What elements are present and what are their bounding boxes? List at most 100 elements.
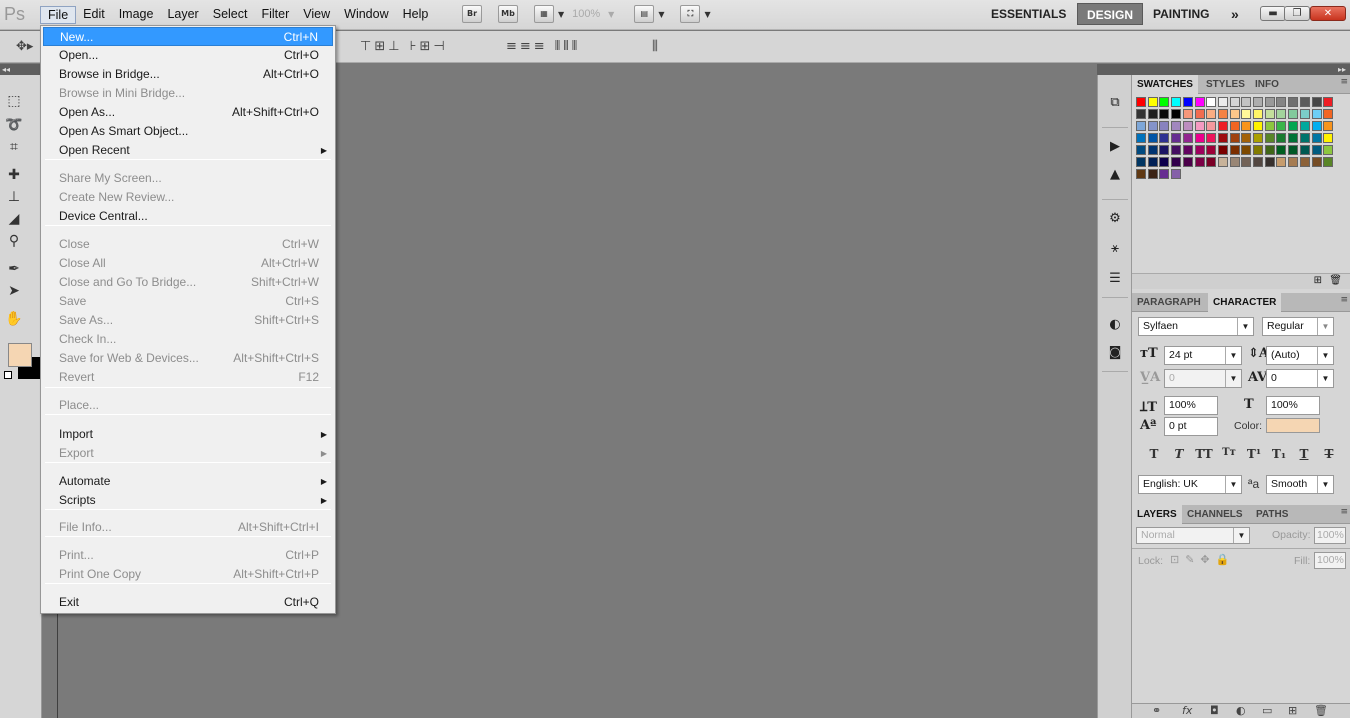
path-selection-icon[interactable]: ➤ bbox=[4, 281, 24, 301]
workspace-painting[interactable]: PAINTING bbox=[1144, 3, 1218, 25]
color-swatch[interactable] bbox=[1311, 157, 1322, 167]
leading-field[interactable]: (Auto) ▼ bbox=[1266, 346, 1334, 365]
move-tool-icon[interactable]: ✥▸ bbox=[16, 39, 33, 54]
launch-mini-bridge-button[interactable]: Mb bbox=[498, 5, 518, 23]
color-swatch[interactable] bbox=[1206, 109, 1217, 119]
new-group-icon[interactable]: ▭ bbox=[1262, 704, 1272, 717]
color-swatch[interactable] bbox=[1323, 109, 1334, 119]
color-swatch[interactable] bbox=[1147, 121, 1158, 131]
color-swatch[interactable] bbox=[1147, 97, 1158, 107]
color-swatch[interactable] bbox=[1182, 145, 1193, 155]
color-swatch[interactable] bbox=[1299, 121, 1310, 131]
color-swatch[interactable] bbox=[1206, 157, 1217, 167]
view-extras-icon[interactable]: ▦ bbox=[534, 5, 554, 23]
color-swatch[interactable] bbox=[1206, 133, 1217, 143]
menu-image[interactable]: Image bbox=[112, 6, 161, 24]
color-swatch[interactable] bbox=[1323, 145, 1334, 155]
screen-mode-icon[interactable]: ⛶ bbox=[680, 5, 701, 23]
dodge-tool-icon[interactable]: ⚲ bbox=[4, 231, 24, 251]
color-swatch[interactable] bbox=[1311, 145, 1322, 155]
color-swatch[interactable] bbox=[1147, 109, 1158, 119]
faux-italic-button[interactable]: T bbox=[1169, 447, 1189, 461]
color-swatch[interactable] bbox=[1147, 169, 1158, 179]
workspace-design[interactable]: DESIGN bbox=[1077, 3, 1144, 25]
color-swatch[interactable] bbox=[1136, 109, 1146, 119]
menu-view[interactable]: View bbox=[296, 6, 337, 24]
file-menu-item-scripts[interactable]: Scripts ▶ bbox=[43, 491, 333, 510]
color-swatch[interactable] bbox=[1276, 109, 1287, 119]
pen-tool-icon[interactable]: ✒ bbox=[4, 259, 24, 279]
font-family-select[interactable]: Sylfaen ▼ bbox=[1138, 317, 1254, 336]
color-swatch[interactable] bbox=[1229, 109, 1240, 119]
color-swatch[interactable] bbox=[1194, 97, 1205, 107]
arrange-documents-icon[interactable]: ▤ bbox=[634, 5, 655, 23]
file-menu-item-open[interactable]: Open... Ctrl+O bbox=[43, 46, 333, 65]
color-swatch[interactable] bbox=[1288, 145, 1299, 155]
tab-styles[interactable]: STYLES bbox=[1201, 75, 1250, 94]
vertical-scale-field[interactable]: 100% bbox=[1164, 396, 1218, 415]
menu-window[interactable]: Window bbox=[337, 6, 395, 24]
color-swatch[interactable] bbox=[1159, 121, 1170, 131]
tab-paragraph[interactable]: PARAGRAPH bbox=[1132, 293, 1206, 312]
new-swatch-icon[interactable]: ⊞ bbox=[1314, 275, 1322, 286]
color-swatch[interactable] bbox=[1194, 145, 1205, 155]
color-swatch[interactable] bbox=[1241, 97, 1252, 107]
file-menu-item-exit[interactable]: Exit Ctrl+Q bbox=[43, 593, 333, 612]
color-swatch[interactable] bbox=[1311, 121, 1322, 131]
superscript-button[interactable]: T¹ bbox=[1244, 447, 1264, 461]
color-swatch[interactable] bbox=[1159, 169, 1170, 179]
color-swatch[interactable] bbox=[1288, 121, 1299, 131]
color-swatch[interactable] bbox=[1171, 169, 1182, 179]
text-color-swatch[interactable] bbox=[1266, 418, 1320, 433]
baseline-shift-field[interactable]: 0 pt bbox=[1164, 417, 1218, 436]
color-swatch[interactable] bbox=[1253, 133, 1263, 143]
strikethrough-button[interactable]: T bbox=[1319, 447, 1339, 461]
underline-button[interactable]: T bbox=[1294, 447, 1314, 461]
color-swatch[interactable] bbox=[1299, 109, 1310, 119]
color-swatch[interactable] bbox=[1253, 157, 1263, 167]
link-layers-icon[interactable]: ⚭ bbox=[1152, 704, 1161, 717]
color-swatch[interactable] bbox=[1159, 157, 1170, 167]
clone-source-icon[interactable]: ⚹ bbox=[1105, 239, 1125, 259]
tab-layers[interactable]: LAYERS bbox=[1132, 505, 1182, 524]
file-menu-item-import[interactable]: Import ▶ bbox=[43, 425, 333, 444]
small-caps-button[interactable]: Tᴛ bbox=[1219, 447, 1239, 461]
color-swatch[interactable] bbox=[1311, 109, 1322, 119]
color-swatch[interactable] bbox=[1229, 133, 1240, 143]
color-swatch[interactable] bbox=[1299, 157, 1310, 167]
restore-button[interactable]: ❐ bbox=[1284, 6, 1310, 21]
color-swatch[interactable] bbox=[1171, 97, 1182, 107]
new-layer-icon[interactable]: ⊞ bbox=[1288, 704, 1297, 717]
menu-filter[interactable]: Filter bbox=[254, 6, 296, 24]
color-swatch[interactable] bbox=[1217, 133, 1228, 143]
adjustment-layer-icon[interactable]: ◐ bbox=[1236, 704, 1246, 717]
color-swatch[interactable] bbox=[1311, 97, 1322, 107]
color-swatch[interactable] bbox=[1288, 157, 1299, 167]
layers-list[interactable] bbox=[1132, 571, 1350, 703]
more-workspaces-button[interactable]: » bbox=[1222, 3, 1248, 25]
color-swatch[interactable] bbox=[1194, 133, 1205, 143]
color-swatch[interactable] bbox=[1171, 133, 1182, 143]
color-swatch[interactable] bbox=[1323, 157, 1334, 167]
delete-swatch-icon[interactable]: 🗑 bbox=[1329, 275, 1342, 286]
color-swatch[interactable] bbox=[1288, 109, 1299, 119]
histogram-panel-icon[interactable]: ▲ bbox=[1105, 165, 1125, 185]
color-swatch[interactable] bbox=[1136, 97, 1146, 107]
file-menu-item-device-central[interactable]: Device Central... bbox=[43, 207, 333, 226]
workspace-essentials[interactable]: ESSENTIALS bbox=[982, 3, 1075, 25]
color-swatch[interactable] bbox=[1229, 121, 1240, 131]
color-swatch[interactable] bbox=[1288, 133, 1299, 143]
color-swatch[interactable] bbox=[1206, 121, 1217, 131]
color-swatch[interactable] bbox=[1253, 97, 1263, 107]
color-swatch[interactable] bbox=[1276, 121, 1287, 131]
layer-style-icon[interactable]: fx bbox=[1182, 704, 1192, 717]
file-menu-item-automate[interactable]: Automate ▶ bbox=[43, 472, 333, 491]
launch-bridge-button[interactable]: Br bbox=[462, 5, 482, 23]
close-window-button[interactable]: ✕ bbox=[1310, 6, 1346, 21]
auto-align-icon[interactable]: ⫼ bbox=[652, 39, 658, 54]
color-swatch[interactable] bbox=[1253, 109, 1263, 119]
color-swatch[interactable] bbox=[1323, 97, 1334, 107]
color-swatch[interactable] bbox=[1217, 109, 1228, 119]
color-swatch[interactable] bbox=[1241, 133, 1252, 143]
faux-bold-button[interactable]: T bbox=[1144, 447, 1164, 461]
